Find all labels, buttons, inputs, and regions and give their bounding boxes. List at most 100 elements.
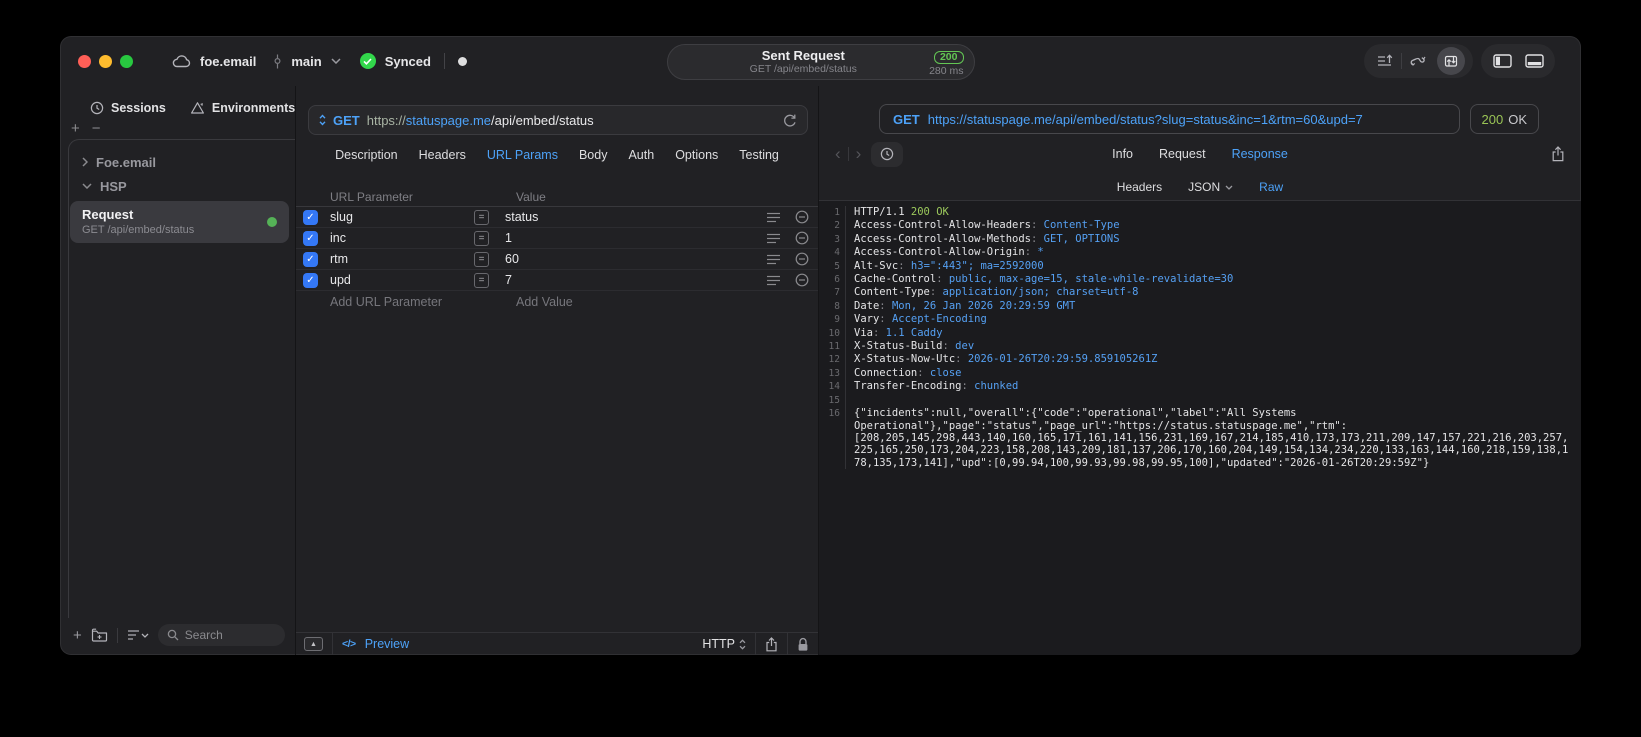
new-request-button[interactable]: + xyxy=(73,627,82,644)
tab-headers[interactable]: Headers xyxy=(419,148,466,162)
branch-icon xyxy=(273,54,282,69)
tab-options[interactable]: Options xyxy=(675,148,718,162)
history-clock-icon xyxy=(880,147,894,161)
chevron-down-icon xyxy=(82,183,92,189)
remove-param-icon[interactable] xyxy=(786,252,818,266)
flow-button[interactable] xyxy=(1402,46,1434,76)
param-value-field[interactable]: 60 xyxy=(498,252,760,266)
line-number: 6 xyxy=(819,273,846,287)
footer-divider xyxy=(116,627,118,643)
param-detail-icon[interactable] xyxy=(760,275,786,286)
param-checkbox[interactable]: ✓ xyxy=(303,251,318,267)
project-name[interactable]: foe.email xyxy=(200,54,256,69)
protocol-selector[interactable]: HTTP xyxy=(702,637,746,651)
remove-param-icon[interactable] xyxy=(786,273,818,287)
request-editor-footer: ▲ </> Preview HTTP xyxy=(296,632,818,655)
sync-transfer-button[interactable] xyxy=(1437,47,1465,75)
param-detail-icon[interactable] xyxy=(760,233,786,244)
search-bar[interactable] xyxy=(157,624,285,646)
subtab-headers[interactable]: Headers xyxy=(1117,180,1162,194)
toggle-bottom-panel-button[interactable] xyxy=(1518,46,1550,76)
code-line: 7 Content-Type: application/json; charse… xyxy=(819,286,1581,300)
tree-group-foe-email[interactable]: Foe.email xyxy=(69,150,295,174)
subtab-raw[interactable]: Raw xyxy=(1259,180,1283,194)
sent-request-url-box[interactable]: GET https://statuspage.me/api/embed/stat… xyxy=(879,104,1460,134)
equals-icon: = xyxy=(474,272,489,288)
tab-request[interactable]: Request xyxy=(1159,147,1206,161)
tab-response[interactable]: Response xyxy=(1232,147,1288,161)
search-input[interactable] xyxy=(184,628,276,642)
remove-param-icon[interactable] xyxy=(786,231,818,245)
close-button[interactable] xyxy=(78,55,91,68)
param-value-field[interactable]: 1 xyxy=(498,231,760,245)
import-button[interactable] xyxy=(1369,46,1401,76)
request-url[interactable]: https://statuspage.me/api/embed/status xyxy=(367,113,594,128)
expand-response-button[interactable]: ▲ xyxy=(304,637,323,651)
add-value-field[interactable]: Add Value xyxy=(498,295,760,309)
response-body[interactable]: 1 HTTP/1.1 200 OK 2 Access-Control-Allow… xyxy=(819,200,1581,655)
remove-param-icon[interactable] xyxy=(786,210,818,224)
line-number: 12 xyxy=(819,353,846,367)
toggle-sidebar-button[interactable] xyxy=(1486,46,1518,76)
branch-chevron-down-icon[interactable] xyxy=(331,58,341,64)
response-status-code: 200 xyxy=(1481,111,1504,127)
tab-url-params[interactable]: URL Params xyxy=(487,148,558,162)
tab-body[interactable]: Body xyxy=(579,148,608,162)
app-window: foe.email main Synced Sent Request GET /… xyxy=(60,36,1581,655)
request-list-item[interactable]: Request GET /api/embed/status xyxy=(70,201,289,243)
titlebar: foe.email main Synced Sent Request GET /… xyxy=(60,36,1581,86)
param-value-field[interactable]: status xyxy=(498,210,760,224)
param-name-field[interactable]: upd xyxy=(326,273,474,287)
param-name-field[interactable]: inc xyxy=(326,231,474,245)
nav-divider xyxy=(847,147,849,161)
param-value-field[interactable]: 7 xyxy=(498,273,760,287)
sync-status[interactable]: Synced xyxy=(385,54,431,69)
new-folder-icon[interactable] xyxy=(91,628,108,642)
chevron-right-icon xyxy=(82,157,88,167)
tab-description[interactable]: Description xyxy=(335,148,398,162)
equals-icon: = xyxy=(474,209,489,225)
tab-sessions[interactable]: Sessions xyxy=(90,101,166,115)
tab-testing[interactable]: Testing xyxy=(739,148,779,162)
param-name-field[interactable]: rtm xyxy=(326,252,474,266)
response-method: GET xyxy=(893,111,920,127)
preview-button[interactable]: Preview xyxy=(365,637,409,651)
request-method[interactable]: GET xyxy=(333,113,360,128)
param-checkbox[interactable]: ✓ xyxy=(303,209,318,225)
add-url-parameter-field[interactable]: Add URL Parameter xyxy=(326,295,474,309)
desktop: foe.email main Synced Sent Request GET /… xyxy=(0,0,1641,737)
history-forward-button[interactable]: › xyxy=(856,144,862,164)
export-share-icon[interactable] xyxy=(1551,146,1565,162)
method-selector-icon[interactable] xyxy=(319,114,326,126)
history-button[interactable] xyxy=(871,141,904,167)
subtab-json[interactable]: JSON xyxy=(1188,180,1233,194)
param-checkbox[interactable]: ✓ xyxy=(303,230,318,246)
param-detail-icon[interactable] xyxy=(760,254,786,265)
param-checkbox[interactable]: ✓ xyxy=(303,272,318,288)
params-table-header: URL Parameter Value xyxy=(296,187,818,207)
param-name-field[interactable]: slug xyxy=(326,210,474,224)
branch-name[interactable]: main xyxy=(291,54,321,69)
tab-auth[interactable]: Auth xyxy=(628,148,654,162)
share-icon[interactable] xyxy=(765,636,778,652)
remove-session-button[interactable]: − xyxy=(92,121,101,136)
history-back-button[interactable]: ‹ xyxy=(835,144,841,164)
tree-group-hsp[interactable]: HSP xyxy=(69,174,295,198)
reload-icon[interactable] xyxy=(783,113,797,128)
request-subtitle: GET /api/embed/status xyxy=(82,224,195,236)
add-session-button[interactable]: + xyxy=(71,121,80,136)
param-detail-icon[interactable] xyxy=(760,212,786,223)
lock-icon[interactable] xyxy=(797,637,809,652)
line-number: 1 xyxy=(819,206,846,220)
request-title: Request xyxy=(82,207,134,222)
tree-group-label: HSP xyxy=(100,178,127,194)
sort-options-icon[interactable] xyxy=(127,629,149,641)
minimize-button[interactable] xyxy=(99,55,112,68)
tab-info[interactable]: Info xyxy=(1112,147,1133,161)
response-top-bar: GET https://statuspage.me/api/embed/stat… xyxy=(819,104,1581,134)
zoom-button[interactable] xyxy=(120,55,133,68)
request-url-bar[interactable]: GET https://statuspage.me/api/embed/stat… xyxy=(308,105,808,135)
request-summary-pill[interactable]: Sent Request GET /api/embed/status 200 2… xyxy=(666,44,975,80)
code-preview-icon: </> xyxy=(342,638,356,650)
tab-environments[interactable]: Environments xyxy=(190,101,295,115)
